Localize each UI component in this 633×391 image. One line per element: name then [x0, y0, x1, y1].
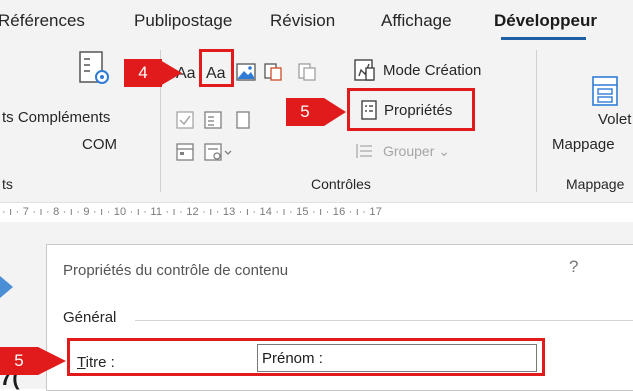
combo-box-control-icon[interactable]: [204, 111, 222, 129]
collapse-arrow-icon[interactable]: [0, 276, 13, 298]
highlight-title-field: [67, 338, 545, 376]
callout-badge-5: 5: [0, 347, 38, 375]
dialog-title: Propriétés du contrôle de contenu: [63, 262, 289, 279]
left-group-label: ts: [2, 176, 13, 192]
highlight-properties-button: [347, 88, 475, 131]
highlight-plain-text-control: [199, 49, 234, 87]
repeating-section-control-icon[interactable]: [204, 143, 234, 161]
callout-arrow-icon: [38, 341, 66, 381]
checkbox-control-icon[interactable]: [176, 111, 194, 129]
group-button[interactable]: Grouper ⌄: [383, 143, 450, 160]
xml-mapping-pane-label-line2[interactable]: Mappage: [552, 136, 615, 153]
ribbon-tab-strip: Références Publipostage Révision Afficha…: [0, 0, 633, 40]
xml-mapping-pane-icon[interactable]: [592, 76, 618, 106]
ribbon: ts Compléments COM ts Aa Aa Mode Créatio…: [0, 40, 633, 202]
design-mode-icon[interactable]: [354, 59, 376, 81]
general-section-heading: Général: [63, 309, 117, 326]
horizontal-ruler: · ı · 7 · ı · 8 · ı · 9 · ı · 10 · ı · 1…: [0, 202, 633, 224]
tab-developer[interactable]: Développeur: [494, 11, 597, 31]
tab-mailings[interactable]: Publipostage: [134, 11, 232, 31]
callout-badge-4: 4: [124, 59, 162, 87]
tab-view[interactable]: Affichage: [381, 11, 452, 31]
group-icon: [355, 141, 375, 161]
callout-arrow-icon: [160, 54, 182, 92]
dropdown-list-control-icon[interactable]: [236, 111, 250, 129]
date-picker-control-icon[interactable]: [176, 143, 194, 161]
tab-references[interactable]: Références: [0, 11, 85, 31]
com-addins-icon: [78, 50, 112, 88]
xml-mapping-pane-label[interactable]: Volet: [598, 111, 631, 128]
section-divider: [135, 320, 633, 321]
legacy-tools-icon[interactable]: [298, 63, 316, 81]
chevron-down-icon: ⌄: [438, 143, 450, 159]
design-mode-button[interactable]: Mode Création: [383, 62, 481, 79]
help-button[interactable]: ?: [569, 257, 578, 277]
controls-group-label: Contrôles: [311, 176, 371, 192]
com-addins-label[interactable]: ts Compléments: [2, 109, 110, 126]
tab-review[interactable]: Révision: [270, 11, 335, 31]
group-divider: [536, 50, 537, 192]
com-addins-label-line2[interactable]: COM: [82, 136, 117, 153]
ruler-ticks: · ı · 7 · ı · 8 · ı · 9 · ı · 10 · ı · 1…: [2, 206, 383, 218]
mapping-group-label: Mappage: [566, 176, 625, 192]
callout-badge-5: 5: [286, 98, 324, 126]
picture-control-icon[interactable]: [236, 63, 256, 81]
callout-arrow-icon: [324, 92, 346, 132]
building-block-control-icon[interactable]: [264, 63, 282, 81]
